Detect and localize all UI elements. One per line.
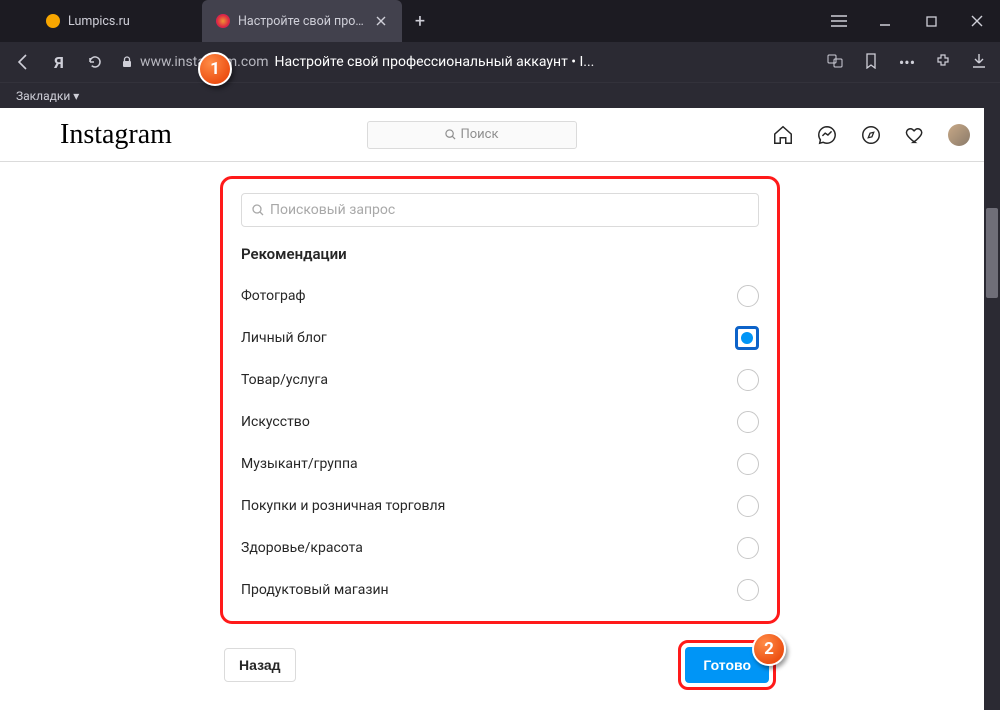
tab-label: Настройте свой профе — [238, 14, 366, 29]
header-search-input[interactable]: Поиск — [367, 121, 577, 149]
search-icon — [252, 204, 264, 216]
window-maximize-icon[interactable] — [908, 16, 954, 27]
radio-icon[interactable] — [737, 369, 759, 391]
annotation-callout-1: 1 — [198, 52, 232, 86]
close-icon[interactable] — [374, 14, 388, 28]
option-label: Фотограф — [241, 288, 306, 304]
radio-icon[interactable] — [737, 285, 759, 307]
category-option[interactable]: Покупки и розничная торговля — [241, 485, 759, 527]
category-option[interactable]: Личный блог — [241, 317, 759, 359]
yandex-icon[interactable]: Я — [48, 53, 70, 72]
category-option[interactable]: Продуктовый магазин — [241, 569, 759, 611]
option-label: Товар/услуга — [241, 372, 328, 388]
search-placeholder: Поисковый запрос — [270, 202, 395, 218]
option-label: Искусство — [241, 414, 310, 430]
browser-tabstrip: Lumpics.ru Настройте свой профе + — [0, 0, 1000, 42]
radio-icon[interactable] — [737, 411, 759, 433]
category-option[interactable]: Здоровье/красота — [241, 527, 759, 569]
instagram-logo[interactable]: Instagram — [60, 119, 172, 151]
category-option[interactable]: Музыкант/группа — [241, 443, 759, 485]
back-button[interactable]: Назад — [224, 648, 296, 682]
option-label: Продуктовый магазин — [241, 582, 389, 598]
header-actions — [772, 124, 970, 146]
radio-icon[interactable] — [737, 495, 759, 517]
radio-icon-selected[interactable] — [735, 326, 759, 350]
browser-tab[interactable]: Lumpics.ru — [32, 0, 202, 42]
category-option[interactable]: Искусство — [241, 401, 759, 443]
heart-icon[interactable] — [904, 124, 926, 146]
app-menu-icon[interactable] — [816, 15, 862, 27]
category-option[interactable]: Товар/услуга — [241, 359, 759, 401]
bookmarks-bar[interactable]: Закладки ▾ — [0, 82, 1000, 108]
avatar[interactable] — [948, 124, 970, 146]
option-label: Здоровье/красота — [241, 540, 363, 556]
window-close-icon[interactable] — [954, 15, 1000, 27]
category-option[interactable]: Фотограф — [241, 275, 759, 317]
radio-icon[interactable] — [737, 579, 759, 601]
browser-tab-active[interactable]: Настройте свой профе — [202, 0, 402, 42]
instagram-header: Instagram Поиск — [0, 108, 1000, 162]
browser-address-bar: Я www.instagram.com Настройте свой профе… — [0, 42, 1000, 82]
new-tab-button[interactable]: + — [406, 0, 434, 42]
category-search-input[interactable]: Поисковый запрос — [241, 193, 759, 227]
explore-icon[interactable] — [860, 124, 882, 146]
option-label: Покупки и розничная торговля — [241, 498, 445, 514]
tab-label: Lumpics.ru — [68, 14, 188, 29]
category-panel: Поисковый запрос Рекомендации Фотограф Л… — [220, 176, 780, 624]
bookmark-icon[interactable] — [862, 53, 880, 72]
option-label: Личный блог — [241, 330, 327, 346]
search-icon — [445, 129, 456, 140]
nav-back-icon[interactable] — [12, 53, 34, 71]
url-path: Настройте свой профессиональный аккаунт … — [274, 54, 594, 70]
extensions-icon[interactable] — [934, 53, 952, 72]
tab-favicon — [46, 14, 60, 28]
lock-icon — [120, 55, 134, 69]
scrollbar-thumb[interactable] — [986, 208, 998, 298]
bookmarks-label[interactable]: Закладки ▾ — [16, 89, 79, 103]
annotation-callout-2: 2 — [752, 632, 786, 666]
option-label: Музыкант/группа — [241, 456, 358, 472]
tab-favicon — [216, 14, 230, 28]
more-icon[interactable]: ••• — [898, 53, 916, 72]
messenger-icon[interactable] — [816, 124, 838, 146]
window-minimize-icon[interactable] — [862, 15, 908, 27]
panel-footer: Назад Готово — [220, 640, 780, 690]
translate-icon[interactable] — [826, 53, 844, 72]
section-title: Рекомендации — [241, 245, 759, 263]
scrollbar[interactable] — [984, 108, 1000, 710]
search-placeholder: Поиск — [460, 127, 498, 142]
home-icon[interactable] — [772, 124, 794, 146]
radio-icon[interactable] — [737, 537, 759, 559]
page-viewport: Instagram Поиск Поисковый запрос Рекомен… — [0, 108, 1000, 710]
window-controls — [816, 0, 1000, 42]
radio-icon[interactable] — [737, 453, 759, 475]
reload-icon[interactable] — [84, 54, 106, 70]
downloads-icon[interactable] — [970, 53, 988, 72]
